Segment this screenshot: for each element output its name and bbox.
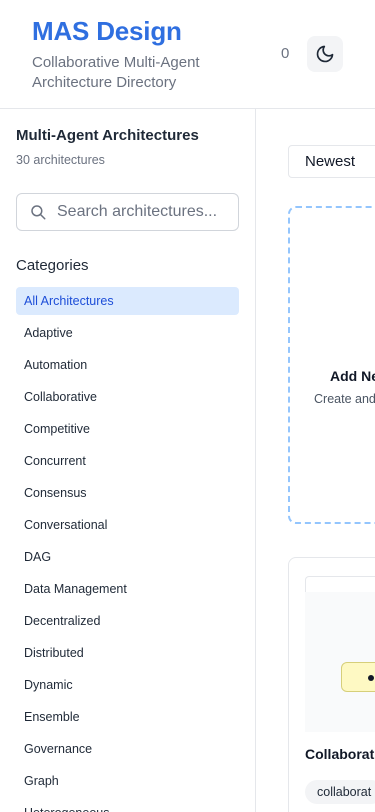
category-item-all-architectures[interactable]: All Architectures <box>16 287 239 315</box>
sidebar: Multi-Agent Architectures 30 architectur… <box>0 109 256 812</box>
add-architecture-card[interactable]: Add Ne Create and agent arc <box>288 206 375 524</box>
search-icon <box>31 205 46 220</box>
counter-badge: 0 <box>281 45 290 62</box>
category-list: All Architectures Adaptive Automation Co… <box>16 287 239 812</box>
theme-toggle-button[interactable] <box>307 36 343 72</box>
brand-subtitle: Collaborative Multi-Agent Architecture D… <box>32 54 200 91</box>
category-item-decentralized[interactable]: Decentralized <box>16 607 239 635</box>
category-item-dynamic[interactable]: Dynamic <box>16 671 239 699</box>
category-item-automation[interactable]: Automation <box>16 351 239 379</box>
category-item-distributed[interactable]: Distributed <box>16 639 239 667</box>
category-item-concurrent[interactable]: Concurrent <box>16 447 239 475</box>
category-item-data-management[interactable]: Data Management <box>16 575 239 603</box>
card-title: Collaborat <box>305 746 375 762</box>
main-content: Newest Add Ne Create and agent arc Colla… <box>256 109 375 812</box>
sort-select[interactable]: Newest <box>288 145 375 178</box>
add-card-title: Add Ne <box>330 368 375 384</box>
preview-toolbar <box>305 576 375 592</box>
brand-title[interactable]: MAS Design <box>32 16 182 47</box>
search-box <box>16 193 239 231</box>
node-dot-icon <box>368 675 374 681</box>
moon-icon <box>316 45 334 63</box>
diagram-node <box>341 662 375 692</box>
category-item-graph[interactable]: Graph <box>16 767 239 795</box>
add-card-description: Create and agent arc <box>314 392 375 406</box>
category-item-ensemble[interactable]: Ensemble <box>16 703 239 731</box>
app-header: MAS Design Collaborative Multi-Agent Arc… <box>0 0 375 109</box>
category-item-governance[interactable]: Governance <box>16 735 239 763</box>
categories-heading: Categories <box>16 257 89 274</box>
sidebar-title: Multi-Agent Architectures <box>16 127 199 144</box>
category-item-dag[interactable]: DAG <box>16 543 239 571</box>
card-tag[interactable]: collaborat <box>305 780 375 804</box>
category-item-heterogeneous[interactable]: Heterogeneous <box>16 799 239 812</box>
architecture-card[interactable]: Collaborat collaborat <box>288 557 375 812</box>
category-item-competitive[interactable]: Competitive <box>16 415 239 443</box>
category-item-consensus[interactable]: Consensus <box>16 479 239 507</box>
search-input[interactable] <box>57 194 237 230</box>
category-item-conversational[interactable]: Conversational <box>16 511 239 539</box>
diagram-preview <box>305 592 375 732</box>
category-item-collaborative[interactable]: Collaborative <box>16 383 239 411</box>
category-item-adaptive[interactable]: Adaptive <box>16 319 239 347</box>
architecture-count: 30 architectures <box>16 153 105 167</box>
